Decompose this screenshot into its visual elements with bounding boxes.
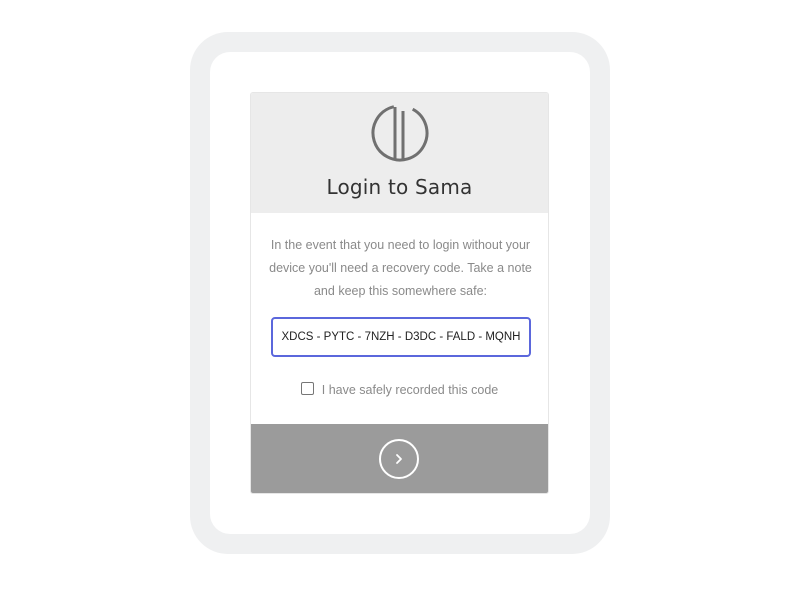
device-screen: Login to Sama In the event that you need… bbox=[210, 52, 590, 534]
confirm-checkbox[interactable] bbox=[300, 382, 314, 395]
card-footer bbox=[251, 424, 548, 493]
page-title: Login to Sama bbox=[326, 175, 473, 199]
chevron-right-icon bbox=[396, 454, 402, 464]
next-button[interactable] bbox=[379, 439, 419, 479]
login-card: Login to Sama In the event that you need… bbox=[250, 92, 549, 494]
confirm-row: I have safely recorded this code bbox=[251, 382, 548, 397]
sama-logo-icon bbox=[371, 104, 429, 162]
card-header: Login to Sama bbox=[251, 93, 548, 213]
recovery-description: In the event that you need to login with… bbox=[269, 238, 532, 298]
recovery-code-field[interactable]: XDCS - PYTC - 7NZH - D3DC - FALD - MQNH bbox=[271, 317, 531, 357]
device-frame: Login to Sama In the event that you need… bbox=[190, 32, 610, 554]
confirm-checkbox-label[interactable]: I have safely recorded this code bbox=[322, 383, 499, 397]
